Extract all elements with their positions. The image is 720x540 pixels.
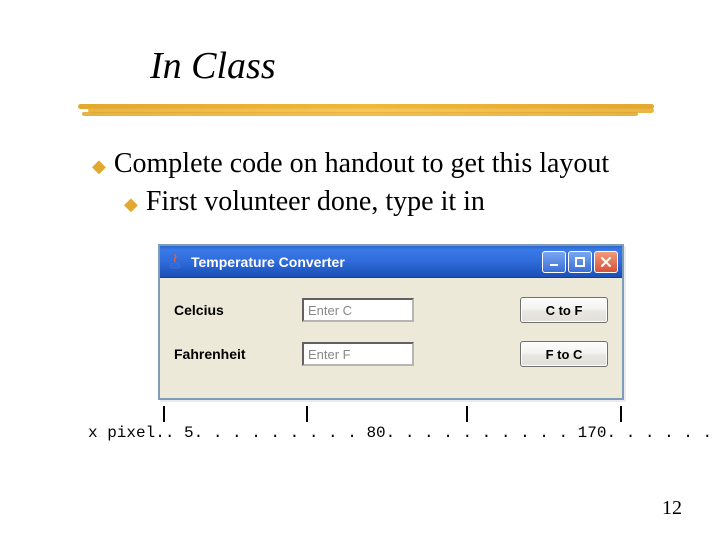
divider	[78, 104, 654, 116]
button-f-to-c[interactable]: F to C	[520, 341, 608, 367]
tick-5	[163, 406, 165, 422]
bullet-list: ◆ Complete code on handout to get this l…	[92, 148, 609, 218]
maximize-button[interactable]	[568, 251, 592, 273]
window-body: Celcius Enter C C to F Fahrenheit Enter …	[160, 278, 622, 386]
bullet-2-text: First volunteer done, type it in	[146, 186, 485, 218]
row-celsius: Celcius Enter C C to F	[172, 288, 610, 332]
bullet-icon: ◆	[124, 194, 138, 215]
window-title: Temperature Converter	[191, 254, 540, 270]
pixel-ticks	[158, 406, 624, 424]
row-fahrenheit: Fahrenheit Enter F F to C	[172, 332, 610, 376]
label-celsius: Celcius	[172, 302, 284, 318]
input-celsius[interactable]: Enter C	[302, 298, 414, 322]
bullet-1-text: Complete code on handout to get this lay…	[114, 148, 609, 180]
close-button[interactable]	[594, 251, 618, 273]
tick-170	[466, 406, 468, 422]
tick-270	[620, 406, 622, 422]
bullet-2: ◆ First volunteer done, type it in	[124, 186, 609, 218]
bullet-1: ◆ Complete code on handout to get this l…	[92, 148, 609, 180]
tick-80	[306, 406, 308, 422]
button-c-to-f[interactable]: C to F	[520, 297, 608, 323]
slide: In Class ◆ Complete code on handout to g…	[0, 0, 720, 540]
java-icon	[166, 253, 184, 271]
pixel-ruler-label: x pixel.. 5. . . . . . . . . 80. . . . .…	[88, 424, 720, 442]
slide-title: In Class	[150, 44, 276, 88]
label-fahrenheit: Fahrenheit	[172, 346, 284, 362]
app-window: Temperature Converter Celcius Enter C C …	[158, 244, 624, 400]
page-number: 12	[662, 497, 682, 520]
bullet-icon: ◆	[92, 156, 106, 177]
minimize-button[interactable]	[542, 251, 566, 273]
input-fahrenheit[interactable]: Enter F	[302, 342, 414, 366]
titlebar: Temperature Converter	[160, 246, 622, 278]
